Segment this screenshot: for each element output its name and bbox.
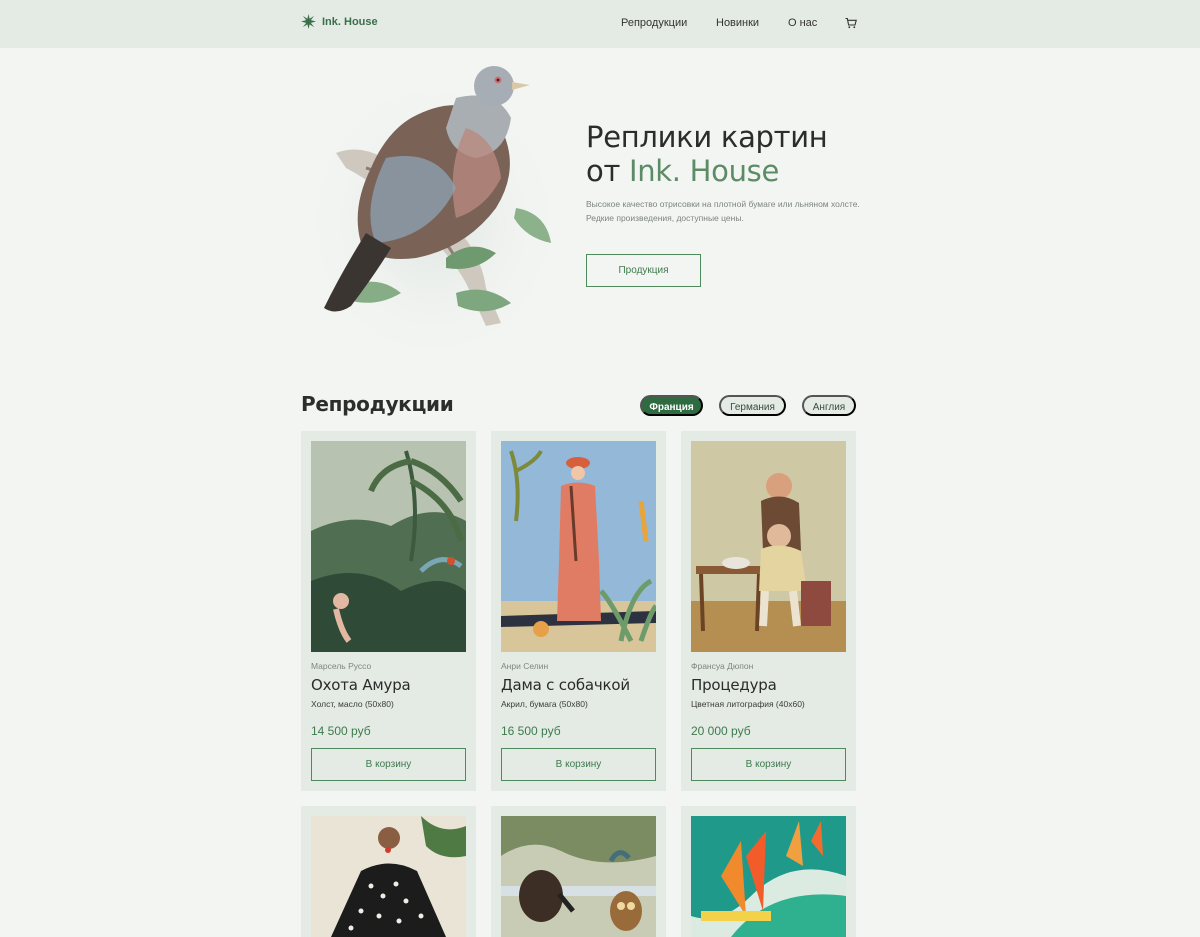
artwork-image xyxy=(691,816,846,937)
card-title: Процедура xyxy=(691,676,777,694)
card-medium: Цветная литография (40х60) xyxy=(691,699,805,709)
card-price: 14 500 руб xyxy=(311,724,371,738)
artwork-image xyxy=(311,441,466,652)
artwork-image xyxy=(311,816,466,937)
hero-title-prefix: от xyxy=(586,154,621,188)
site-header: Ink. House Репродукции Новинки О нас xyxy=(0,0,1200,48)
artwork-image xyxy=(691,441,846,652)
hero-title-accent: Ink. House xyxy=(628,154,780,188)
artwork-image xyxy=(501,816,656,937)
cart-icon[interactable] xyxy=(845,17,857,29)
card-title: Дама с собачкой xyxy=(501,676,630,694)
hero-description: Высокое качество отрисовки на плотной бу… xyxy=(586,199,860,223)
add-to-cart-button[interactable]: В корзину xyxy=(501,748,656,781)
card-price: 20 000 руб xyxy=(691,724,751,738)
hero-title-line1: Реплики картин xyxy=(586,120,828,154)
products-button[interactable]: Продукция xyxy=(586,254,701,287)
filter-england[interactable]: Англия xyxy=(802,395,856,416)
product-card xyxy=(681,806,856,937)
card-price: 16 500 руб xyxy=(501,724,561,738)
product-card xyxy=(301,806,476,937)
nav-new[interactable]: Новинки xyxy=(716,17,759,29)
product-card: Франсуа Дюпон Процедура Цветная литограф… xyxy=(681,431,856,791)
section-title-reproductions: Репродукции xyxy=(301,392,454,416)
product-card: Марсель Руссо Охота Амура Холст, масло (… xyxy=(301,431,476,791)
card-artist: Марсель Руссо xyxy=(311,661,372,671)
starburst-logo-icon xyxy=(301,14,316,29)
filter-france[interactable]: Франция xyxy=(640,395,703,416)
hero-title: Реплики картин от Ink. House xyxy=(586,120,828,188)
card-artist: Анри Селин xyxy=(501,661,549,671)
product-card: Анри Селин Дама с собачкой Акрил, бумага… xyxy=(491,431,666,791)
card-medium: Акрил, бумага (50х80) xyxy=(501,699,588,709)
nav-reproductions[interactable]: Репродукции xyxy=(621,17,687,29)
add-to-cart-button[interactable]: В корзину xyxy=(691,748,846,781)
logo[interactable]: Ink. House xyxy=(301,14,378,29)
bird-illustration xyxy=(308,66,558,348)
nav-about[interactable]: О нас xyxy=(788,17,817,29)
artwork-image xyxy=(501,441,656,652)
filter-germany[interactable]: Германия xyxy=(719,395,786,416)
product-card xyxy=(491,806,666,937)
logo-text: Ink. House xyxy=(322,15,378,28)
card-medium: Холст, масло (50х80) xyxy=(311,699,394,709)
add-to-cart-button[interactable]: В корзину xyxy=(311,748,466,781)
card-title: Охота Амура xyxy=(311,676,411,694)
card-artist: Франсуа Дюпон xyxy=(691,661,754,671)
